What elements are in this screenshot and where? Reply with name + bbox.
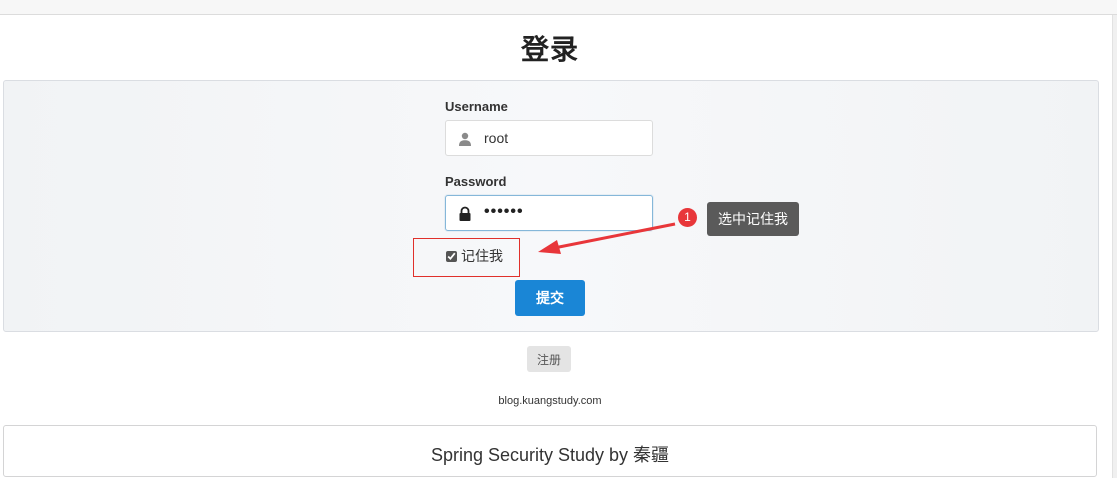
step-number-badge: 1: [678, 208, 697, 227]
username-field[interactable]: [445, 120, 653, 156]
page-title: 登录: [520, 34, 579, 65]
scrollbar[interactable]: [1112, 15, 1117, 478]
remember-label[interactable]: 记住我: [461, 246, 503, 266]
remember-checkbox[interactable]: [446, 250, 457, 262]
username-input[interactable]: [484, 130, 644, 146]
submit-button[interactable]: 提交: [515, 280, 585, 316]
remember-me[interactable]: 记住我: [445, 248, 503, 264]
site-link[interactable]: blog.kuangstudy.com: [0, 395, 1100, 407]
lock-icon: [459, 206, 471, 221]
password-label: Password: [445, 174, 507, 189]
footer-text: Spring Security Study by 秦疆: [430, 445, 670, 465]
register-button[interactable]: 注册: [527, 346, 571, 372]
user-icon: [459, 132, 471, 146]
username-label: Username: [445, 99, 508, 114]
footer-card: Spring Security Study by 秦疆: [3, 425, 1097, 477]
bookmarks-bar: [0, 0, 1117, 15]
annotation-tooltip: 选中记住我: [707, 202, 799, 236]
annotation-arrow: [538, 222, 676, 254]
